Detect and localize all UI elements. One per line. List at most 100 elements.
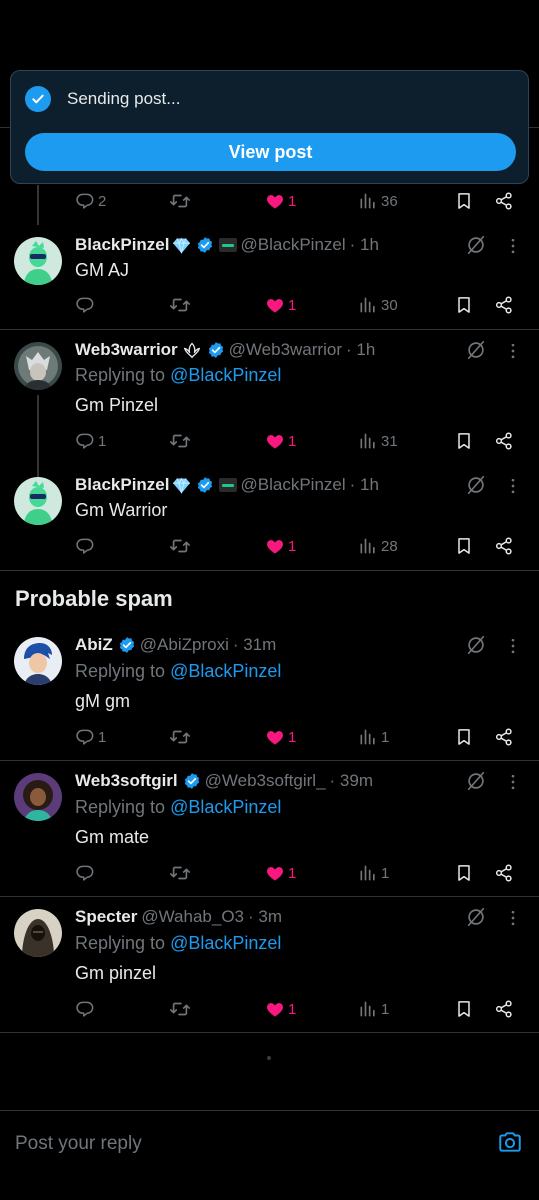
reply-post[interactable]: BlackPinzel @BlackPinzel · 1h Gm Warrior… <box>0 465 539 570</box>
bookmark-button[interactable] <box>454 997 474 1021</box>
views-button[interactable]: 36 <box>358 189 398 213</box>
repost-button[interactable] <box>169 997 191 1021</box>
reply-button[interactable] <box>75 861 98 885</box>
views-button[interactable]: 30 <box>358 293 398 317</box>
post-time: · 31m <box>232 635 277 654</box>
like-button[interactable]: 1 <box>265 429 296 453</box>
avatar[interactable] <box>14 773 62 821</box>
verified-badge-icon[interactable] <box>196 476 214 494</box>
sending-post-toast: Sending post... View post <box>10 70 529 184</box>
grok-icon[interactable] <box>465 234 487 256</box>
replying-to-label: Replying to <box>75 365 171 385</box>
mention-link[interactable]: @BlackPinzel <box>170 933 281 953</box>
share-button[interactable] <box>494 534 514 558</box>
grok-icon[interactable] <box>465 770 487 792</box>
bookmark-button[interactable] <box>454 429 474 453</box>
reply-button[interactable] <box>75 293 98 317</box>
repost-button[interactable] <box>169 189 191 213</box>
view-post-button[interactable]: View post <box>25 133 516 171</box>
avatar[interactable] <box>14 477 62 525</box>
more-options-icon[interactable] <box>503 341 523 361</box>
user-handle[interactable]: @BlackPinzel <box>241 235 346 255</box>
share-button[interactable] <box>494 997 514 1021</box>
like-button[interactable]: 1 <box>265 534 296 558</box>
share-button[interactable] <box>494 725 514 749</box>
repost-button[interactable] <box>169 293 191 317</box>
bookmark-button[interactable] <box>454 725 474 749</box>
reply-button[interactable] <box>75 534 98 558</box>
grok-icon[interactable] <box>465 906 487 928</box>
user-handle[interactable]: @BlackPinzel <box>241 475 346 495</box>
reply-button[interactable]: 2 <box>75 189 106 213</box>
camera-icon[interactable] <box>497 1129 523 1155</box>
more-options-icon[interactable] <box>503 636 523 656</box>
like-button[interactable]: 1 <box>265 861 296 885</box>
verified-badge-icon[interactable] <box>118 636 136 654</box>
like-button[interactable]: 1 <box>265 293 296 317</box>
mention-link[interactable]: @BlackPinzel <box>170 661 281 681</box>
display-name[interactable]: BlackPinzel <box>75 475 170 495</box>
user-handle[interactable]: @Web3softgirl_ <box>205 771 326 791</box>
bookmark-button[interactable] <box>454 534 474 558</box>
affiliate-badge-icon[interactable] <box>218 238 237 252</box>
share-button[interactable] <box>494 293 514 317</box>
more-options-icon[interactable] <box>503 236 523 256</box>
post-header: Web3warrior @Web3warrior · 1h <box>75 338 469 362</box>
repost-button[interactable] <box>169 725 191 749</box>
user-handle[interactable]: @AbiZproxi <box>140 635 229 655</box>
like-button[interactable]: 1 <box>265 997 296 1021</box>
more-options-icon[interactable] <box>503 476 523 496</box>
user-handle[interactable]: @Wahab_O3 <box>141 907 244 927</box>
mention-link[interactable]: @BlackPinzel <box>170 797 281 817</box>
affiliate-badge-icon[interactable] <box>218 478 237 492</box>
grok-icon[interactable] <box>465 339 487 361</box>
bookmark-button[interactable] <box>454 293 474 317</box>
verified-badge-icon[interactable] <box>207 341 225 359</box>
bookmark-button[interactable] <box>454 189 474 213</box>
spam-reply-post[interactable]: AbiZ @AbiZproxi · 31m Replying to @Black… <box>0 625 539 760</box>
more-options-icon[interactable] <box>503 772 523 792</box>
thread-connector <box>37 185 39 225</box>
post-actions: 1 1 <box>75 997 525 1021</box>
reply-post[interactable]: BlackPinzel @BlackPinzel · 1h GM AJ 1 30 <box>0 225 539 330</box>
repost-button[interactable] <box>169 861 191 885</box>
views-button[interactable]: 1 <box>358 861 389 885</box>
views-button[interactable]: 1 <box>358 997 389 1021</box>
replying-to: Replying to @BlackPinzel <box>75 933 281 954</box>
avatar[interactable] <box>14 637 62 685</box>
toast-status-row: Sending post... <box>25 85 180 113</box>
display-name[interactable]: Web3warrior <box>75 340 178 360</box>
mention-link[interactable]: @BlackPinzel <box>170 365 281 385</box>
repost-button[interactable] <box>169 429 191 453</box>
grok-icon[interactable] <box>465 474 487 496</box>
reply-button[interactable] <box>75 997 98 1021</box>
avatar[interactable] <box>14 342 62 390</box>
avatar[interactable] <box>14 909 62 957</box>
share-button[interactable] <box>494 861 514 885</box>
like-button[interactable]: 1 <box>265 189 296 213</box>
views-button[interactable]: 28 <box>358 534 398 558</box>
spam-reply-post[interactable]: Web3softgirl @Web3softgirl_ · 39m Replyi… <box>0 761 539 896</box>
grok-icon[interactable] <box>465 634 487 656</box>
share-button[interactable] <box>494 429 514 453</box>
avatar[interactable] <box>14 237 62 285</box>
reply-input[interactable] <box>15 1131 475 1157</box>
display-name[interactable]: BlackPinzel <box>75 235 170 255</box>
views-button[interactable]: 1 <box>358 725 389 749</box>
verified-badge-icon[interactable] <box>196 236 214 254</box>
display-name[interactable]: Web3softgirl <box>75 771 178 791</box>
like-button[interactable]: 1 <box>265 725 296 749</box>
user-handle[interactable]: @Web3warrior <box>229 340 342 360</box>
spam-reply-post[interactable]: Specter @Wahab_O3 · 3m Replying to @Blac… <box>0 897 539 1032</box>
verified-badge-icon[interactable] <box>183 772 201 790</box>
display-name[interactable]: AbiZ <box>75 635 113 655</box>
share-button[interactable] <box>494 189 514 213</box>
display-name[interactable]: Specter <box>75 907 137 927</box>
reply-button[interactable]: 1 <box>75 429 106 453</box>
repost-button[interactable] <box>169 534 191 558</box>
views-button[interactable]: 31 <box>358 429 398 453</box>
reply-button[interactable]: 1 <box>75 725 106 749</box>
more-options-icon[interactable] <box>503 908 523 928</box>
bookmark-button[interactable] <box>454 861 474 885</box>
reply-post[interactable]: Web3warrior @Web3warrior · 1h Replying t… <box>0 330 539 470</box>
